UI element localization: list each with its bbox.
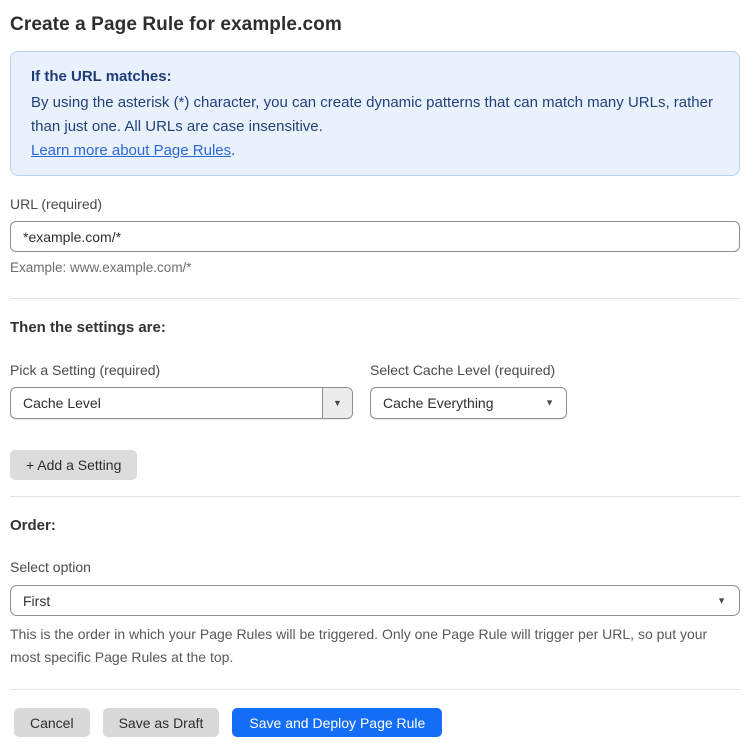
cancel-button[interactable]: Cancel (14, 708, 90, 737)
setting-select[interactable]: Cache Level ▼ (10, 387, 353, 419)
url-field-label: URL (required) (10, 196, 103, 212)
learn-more-link[interactable]: Learn more about Page Rules (31, 142, 231, 159)
cache-level-picker-label: Select Cache Level (required) (370, 362, 556, 378)
chevron-down-icon: ▼ (333, 397, 342, 408)
link-suffix: . (231, 142, 236, 159)
setting-select-value: Cache Level (23, 395, 101, 411)
order-select-value: First (23, 592, 51, 609)
footer-actions: Cancel Save as Draft Save and Deploy Pag… (10, 708, 740, 737)
info-box-link-line: Learn more about Page Rules. (31, 139, 719, 163)
chevron-down-icon: ▼ (545, 397, 554, 408)
info-box-body: By using the asterisk (*) character, you… (31, 94, 713, 135)
setting-picker-label: Pick a Setting (required) (10, 362, 161, 378)
save-as-draft-button[interactable]: Save as Draft (102, 708, 220, 737)
picker-row: Cache Level ▼ Cache Everything ▼ (10, 387, 740, 419)
settings-section-heading: Then the settings are: (10, 319, 166, 336)
order-section-heading: Order: (10, 517, 56, 534)
save-and-deploy-button[interactable]: Save and Deploy Page Rule (232, 708, 443, 737)
divider (10, 298, 740, 299)
divider (10, 496, 740, 497)
url-example-helper: Example: www.example.com/* (10, 260, 192, 275)
add-setting-button[interactable]: + Add a Setting (10, 450, 138, 480)
url-match-info-box: If the URL matches: By using the asteris… (10, 51, 740, 176)
chevron-down-icon: ▼ (717, 595, 726, 605)
divider (10, 689, 740, 690)
page-rule-form: Create a Page Rule for example.com If th… (0, 0, 750, 747)
picker-labels-row: Pick a Setting (required) Select Cache L… (10, 362, 740, 379)
url-input[interactable] (10, 221, 740, 252)
cache-level-select-value: Cache Everything (383, 395, 494, 411)
order-select[interactable]: First ▼ (10, 585, 740, 616)
order-select-label: Select option (10, 559, 91, 575)
page-title: Create a Page Rule for example.com (10, 14, 342, 35)
info-box-heading: If the URL matches: (31, 68, 172, 85)
cache-level-select[interactable]: Cache Everything ▼ (370, 387, 567, 419)
order-helper-text: This is the order in which your Page Rul… (10, 626, 708, 665)
setting-select-arrow-cap: ▼ (322, 388, 352, 418)
